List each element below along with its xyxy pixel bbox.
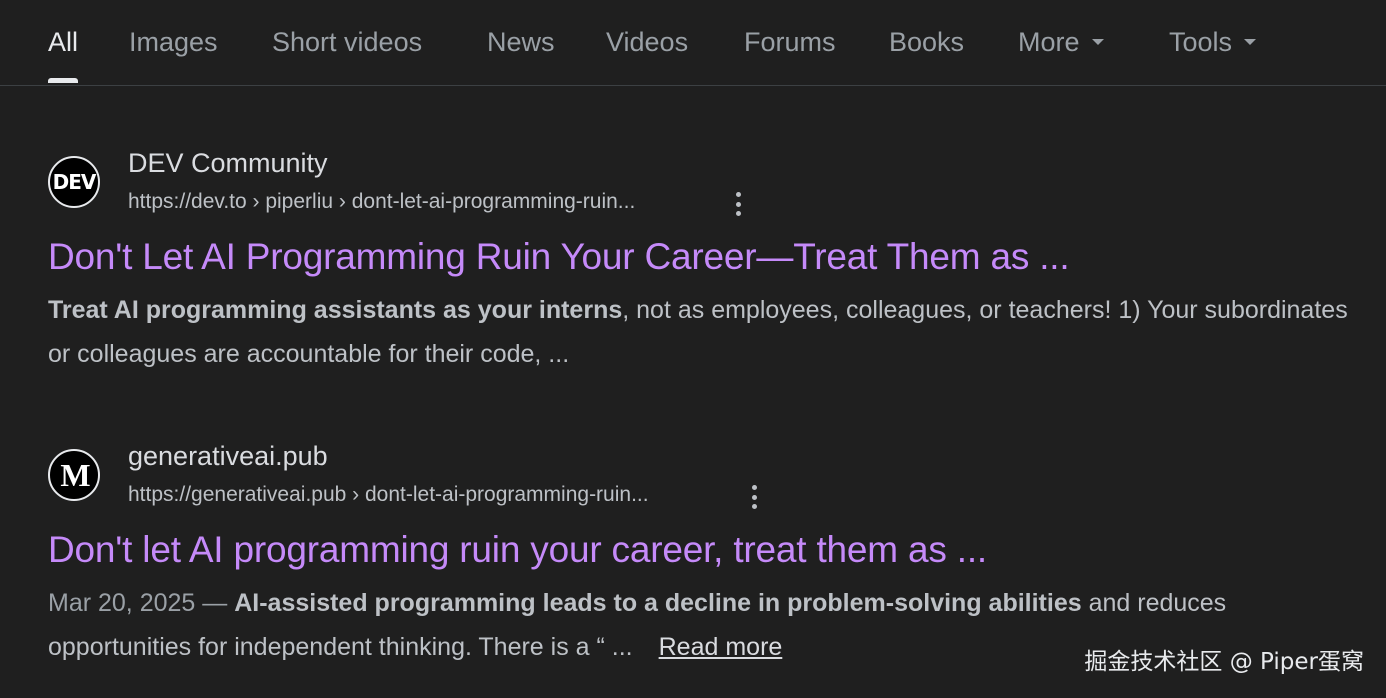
tab-forums-label: Forums <box>744 27 836 57</box>
tab-news-label: News <box>487 27 555 57</box>
result-title-link[interactable]: Don't Let AI Programming Ruin Your Caree… <box>48 236 1070 278</box>
more-dropdown-caret-icon <box>1091 38 1104 45</box>
watermark: 掘金技术社区 @ Piper蛋窝 <box>1084 649 1364 675</box>
tab-images[interactable]: Images <box>129 24 218 60</box>
tab-short-videos-label: Short videos <box>272 27 423 57</box>
tab-forums[interactable]: Forums <box>744 24 836 60</box>
tab-tools[interactable]: Tools <box>1169 24 1257 60</box>
result-options-kebab-icon[interactable] <box>746 483 762 511</box>
snippet-bold: Treat AI programming assistants as your … <box>48 296 623 324</box>
result-title-link[interactable]: Don't let AI programming ruin your caree… <box>48 529 987 571</box>
result-date: Mar 20, 2025 — <box>48 589 235 617</box>
tab-tools-label: Tools <box>1169 27 1233 57</box>
tab-more[interactable]: More <box>1018 24 1104 60</box>
tab-all-label: All <box>48 27 79 57</box>
favicon-text: M <box>60 456 90 493</box>
result-site-name[interactable]: generativeai.pub <box>128 441 328 472</box>
search-result: DEV DEV Community https://dev.to › piper… <box>48 148 1348 378</box>
tab-news[interactable]: News <box>487 24 555 60</box>
tools-dropdown-caret-icon <box>1244 38 1257 45</box>
tab-images-label: Images <box>129 27 218 57</box>
tab-videos-label: Videos <box>606 27 689 57</box>
tab-videos[interactable]: Videos <box>606 24 688 60</box>
result-url[interactable]: https://generativeai.pub › dont-let-ai-p… <box>128 483 649 507</box>
tab-books[interactable]: Books <box>889 24 964 60</box>
result-site-name[interactable]: DEV Community <box>128 148 328 179</box>
result-snippet: Treat AI programming assistants as your … <box>48 288 1348 376</box>
read-more-link[interactable]: Read more <box>659 633 783 661</box>
tab-books-label: Books <box>889 27 965 57</box>
tab-all[interactable]: All <box>48 24 79 83</box>
active-tab-indicator <box>48 78 79 83</box>
search-tabs: All Images Short videos News Videos Foru… <box>0 0 1386 86</box>
result-url[interactable]: https://dev.to › piperliu › dont-let-ai-… <box>128 190 635 214</box>
tab-more-label: More <box>1018 27 1080 57</box>
snippet-bold: AI-assisted programming leads to a decli… <box>234 589 1082 617</box>
dev-community-favicon-icon[interactable]: DEV <box>48 156 100 208</box>
tab-short-videos[interactable]: Short videos <box>272 24 422 60</box>
result-options-kebab-icon[interactable] <box>730 190 746 218</box>
medium-favicon-icon[interactable]: M <box>48 449 100 501</box>
favicon-text: DEV <box>52 170 97 194</box>
